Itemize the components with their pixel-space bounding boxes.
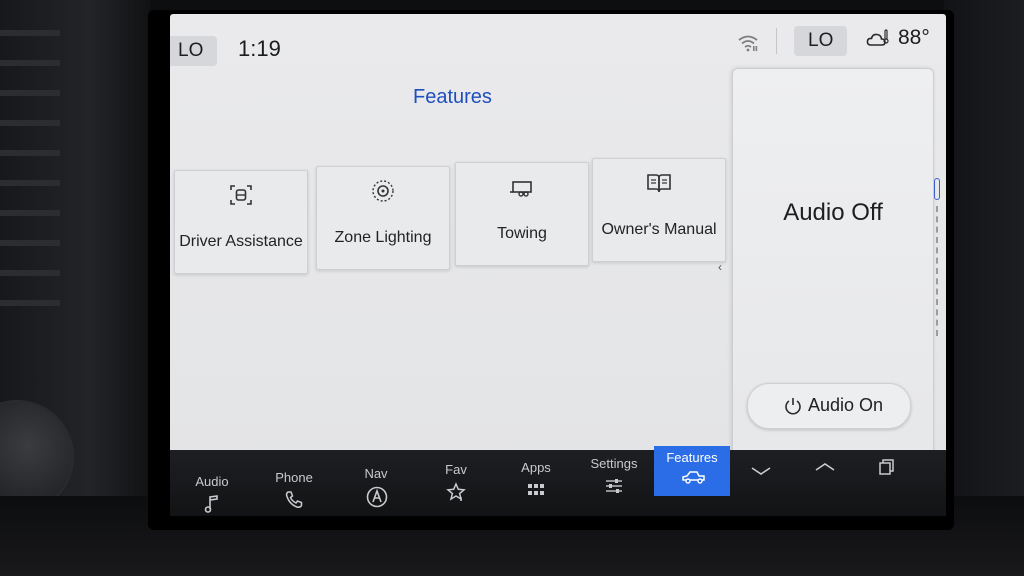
nav-label: Features bbox=[666, 450, 718, 465]
driver-climate-button[interactable]: LO bbox=[170, 36, 218, 66]
infotainment-display: LO 1:19 LO 88° Features Driver Assistanc… bbox=[170, 14, 946, 470]
nav-label: Nav bbox=[364, 466, 388, 481]
nav-fav[interactable]: Fav bbox=[418, 452, 494, 512]
tile-label: Owner's Manual bbox=[601, 221, 717, 238]
tile-label: Towing bbox=[497, 225, 547, 242]
audio-on-button[interactable]: Audio On bbox=[747, 383, 911, 429]
nav-label: Audio bbox=[195, 474, 229, 489]
air-vent bbox=[0, 90, 60, 96]
page-title: Features bbox=[413, 86, 492, 108]
air-vent bbox=[0, 210, 60, 216]
towing-icon bbox=[510, 181, 532, 197]
scroll-track bbox=[936, 206, 938, 336]
book-icon bbox=[647, 174, 671, 193]
scroll-thumb[interactable] bbox=[934, 178, 940, 200]
tile-zone-lighting[interactable]: Zone Lighting bbox=[316, 166, 450, 270]
dashboard-bezel-left bbox=[0, 0, 150, 576]
music-note-icon bbox=[204, 495, 218, 513]
phone-icon bbox=[285, 491, 303, 509]
audio-panel: Audio Off Audio On bbox=[732, 68, 934, 470]
weather-icon bbox=[866, 29, 889, 46]
air-vent bbox=[0, 270, 60, 276]
clock: 1:19 bbox=[238, 36, 281, 61]
star-icon bbox=[446, 482, 466, 501]
nav-audio[interactable]: Audio bbox=[174, 464, 250, 524]
tile-label: Driver Assistance bbox=[179, 233, 303, 250]
air-vent bbox=[0, 60, 60, 66]
air-vent bbox=[0, 180, 60, 186]
panel-collapse-handle-icon[interactable]: ‹ bbox=[718, 260, 722, 274]
air-vent bbox=[0, 150, 60, 156]
tile-towing[interactable]: Towing bbox=[455, 162, 589, 266]
audio-on-label: Audio On bbox=[808, 395, 884, 415]
nav-nav[interactable]: Nav bbox=[338, 456, 414, 516]
nav-label: Fav bbox=[445, 462, 467, 477]
nav-label: Apps bbox=[521, 460, 551, 475]
truck-icon bbox=[682, 471, 705, 484]
chevron-up-icon[interactable] bbox=[814, 460, 836, 474]
navigation-icon bbox=[366, 486, 388, 508]
bottom-nav-bar: Audio Phone Nav Fav Apps Settings Featur… bbox=[170, 446, 946, 516]
status-bar: LO 1:19 LO 88° bbox=[170, 14, 946, 72]
air-vent bbox=[0, 120, 60, 126]
power-icon bbox=[785, 398, 801, 415]
dashboard-bezel-right bbox=[944, 0, 1024, 576]
nav-label: Settings bbox=[590, 456, 638, 471]
panel-scrollbar[interactable] bbox=[934, 178, 940, 338]
chevron-down-icon[interactable] bbox=[750, 464, 772, 478]
outside-temperature: 88° bbox=[898, 26, 930, 49]
status-divider bbox=[776, 28, 777, 54]
tile-owners-manual[interactable]: Owner's Manual bbox=[592, 158, 726, 262]
nav-phone[interactable]: Phone bbox=[256, 460, 332, 520]
nav-apps[interactable]: Apps bbox=[498, 450, 574, 510]
multitask-icon[interactable] bbox=[878, 458, 896, 476]
apps-grid-icon bbox=[528, 484, 544, 495]
zone-lighting-icon bbox=[372, 180, 394, 202]
nav-label: Phone bbox=[275, 470, 313, 485]
tile-driver-assistance[interactable]: Driver Assistance bbox=[174, 170, 308, 274]
sliders-icon bbox=[606, 479, 622, 493]
audio-status: Audio Off bbox=[783, 199, 883, 226]
wifi-icon bbox=[738, 35, 758, 52]
passenger-climate-button[interactable]: LO bbox=[794, 26, 848, 56]
nav-settings[interactable]: Settings bbox=[576, 446, 652, 506]
tile-label: Zone Lighting bbox=[334, 229, 432, 246]
driver-assist-icon bbox=[230, 185, 252, 205]
air-vent bbox=[0, 30, 60, 36]
air-vent bbox=[0, 240, 60, 246]
nav-features[interactable]: Features bbox=[654, 446, 730, 496]
air-vent bbox=[0, 300, 60, 306]
